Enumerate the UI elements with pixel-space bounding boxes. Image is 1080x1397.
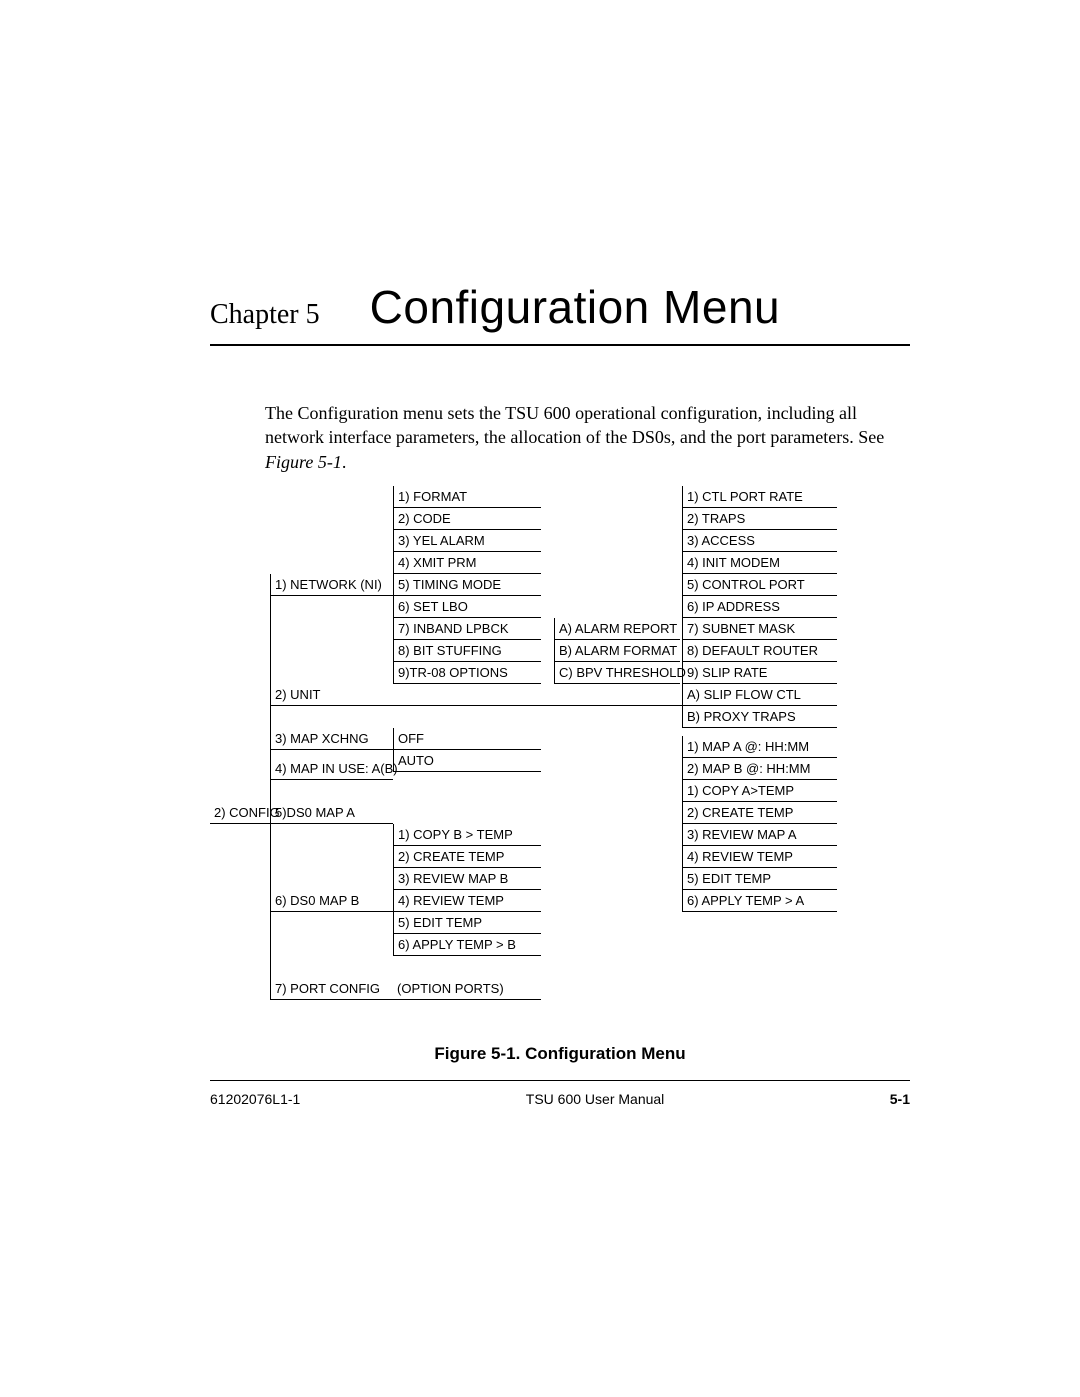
e-unit-2: 2) TRAPS	[682, 508, 837, 530]
item-ds0-map-b: 6) DS0 MAP B	[270, 890, 393, 912]
e-ds0a-6: 6) APPLY TEMP > A	[682, 890, 837, 912]
footer-page: 5-1	[890, 1091, 910, 1107]
c-ds0b-4: 4) REVIEW TEMP	[393, 890, 541, 912]
c-mapxchng-auto: AUTO	[393, 750, 541, 772]
c-mapxchng-off: OFF	[393, 728, 541, 750]
c-ds0b-2: 2) CREATE TEMP	[393, 846, 541, 868]
figure-reference: Figure 5-1	[265, 452, 342, 472]
figure-caption: Figure 5-1. Configuration Menu	[210, 1044, 910, 1081]
c-portconfig: (OPTION PORTS)	[393, 978, 541, 1000]
item-ds0-map-a: 5)DS0 MAP A	[270, 802, 393, 824]
e-unit-8: 8) DEFAULT ROUTER	[682, 640, 837, 662]
e-unit-6: 6) IP ADDRESS	[682, 596, 837, 618]
item-map-in-use: 4) MAP IN USE: A(B)	[270, 758, 393, 780]
intro-text: The Configuration menu sets the TSU 600 …	[265, 403, 884, 447]
c-network-4: 4) XMIT PRM	[393, 552, 541, 574]
chapter-header: Chapter 5 Configuration Menu	[210, 280, 910, 346]
footer-manual: TSU 600 User Manual	[526, 1091, 665, 1107]
e-unit-3: 3) ACCESS	[682, 530, 837, 552]
c-network-1: 1) FORMAT	[393, 486, 541, 508]
menu-tree: 2) CONFIG 1) NETWORK (NI) 2) UNIT 3) MAP…	[210, 486, 910, 1026]
e-ds0a-3: 3) REVIEW MAP A	[682, 824, 837, 846]
e-unit-4: 4) INIT MODEM	[682, 552, 837, 574]
d-bpv-threshold: C) BPV THRESHOLD	[554, 662, 680, 684]
c-network-6: 6) SET LBO	[393, 596, 541, 618]
c-network-9: 9)TR-08 OPTIONS	[393, 662, 541, 684]
item-network: 1) NETWORK (NI)	[270, 574, 393, 596]
root-config: 2) CONFIG	[210, 802, 270, 824]
c-network-2: 2) CODE	[393, 508, 541, 530]
c-network-8: 8) BIT STUFFING	[393, 640, 541, 662]
e-ds0a-4: 4) REVIEW TEMP	[682, 846, 837, 868]
c-ds0b-6: 6) APPLY TEMP > B	[393, 934, 541, 956]
c-network-5: 5) TIMING MODE	[393, 574, 541, 596]
e-auto-2: 2) MAP B @: HH:MM	[682, 758, 837, 780]
c-ds0b-1: 1) COPY B > TEMP	[393, 824, 541, 846]
e-unit-7: 7) SUBNET MASK	[682, 618, 837, 640]
c-ds0b-5: 5) EDIT TEMP	[393, 912, 541, 934]
c-network-7: 7) INBAND LPBCK	[393, 618, 541, 640]
e-ds0a-2: 2) CREATE TEMP	[682, 802, 837, 824]
intro-text-after: .	[342, 452, 347, 472]
e-unit-1: 1) CTL PORT RATE	[682, 486, 837, 508]
e-ds0a-5: 5) EDIT TEMP	[682, 868, 837, 890]
e-auto-1: 1) MAP A @: HH:MM	[682, 736, 837, 758]
page-footer: 61202076L1-1 TSU 600 User Manual 5-1	[210, 1091, 910, 1107]
e-unit-a: A) SLIP FLOW CTL	[682, 684, 837, 706]
item-port-config: 7) PORT CONFIG	[270, 978, 393, 1000]
d-alarm-report: A) ALARM REPORT	[554, 618, 680, 640]
e-ds0a-1: 1) COPY A>TEMP	[682, 780, 837, 802]
item-unit: 2) UNIT	[270, 684, 393, 706]
e-unit-5: 5) CONTROL PORT	[682, 574, 837, 596]
e-unit-b: B) PROXY TRAPS	[682, 706, 837, 728]
e-unit-9: 9) SLIP RATE	[682, 662, 837, 684]
chapter-title: Configuration Menu	[370, 280, 780, 334]
item-map-xchng: 3) MAP XCHNG	[270, 728, 393, 750]
c-ds0b-3: 3) REVIEW MAP B	[393, 868, 541, 890]
d-alarm-format: B) ALARM FORMAT	[554, 640, 680, 662]
c-network-3: 3) YEL ALARM	[393, 530, 541, 552]
footer-doc-id: 61202076L1-1	[210, 1091, 300, 1107]
intro-paragraph: The Configuration menu sets the TSU 600 …	[265, 401, 910, 474]
chapter-number: Chapter 5	[210, 299, 320, 331]
